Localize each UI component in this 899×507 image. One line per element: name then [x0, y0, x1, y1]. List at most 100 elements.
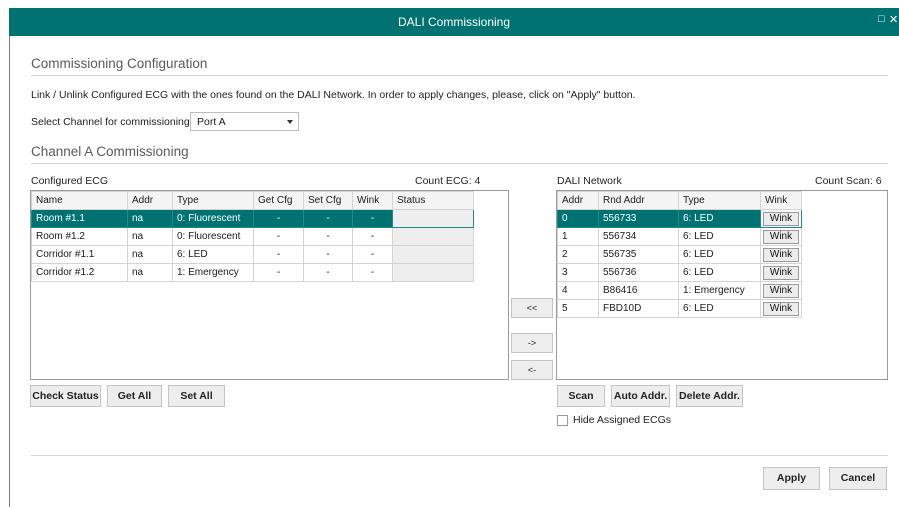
- cell-addr: 2: [557, 245, 599, 264]
- wink-button[interactable]: Wink: [763, 301, 799, 316]
- cell-type: 1: Emergency: [678, 281, 761, 300]
- window-title: DALI Commissioning: [397, 15, 511, 29]
- table-row[interactable]: Room #1.1 na 0: Fluorescent - - -: [31, 209, 474, 228]
- window-border: [9, 36, 10, 507]
- col-status[interactable]: Status: [392, 191, 474, 210]
- channel-divider: [31, 163, 888, 164]
- cell-wink[interactable]: -: [352, 263, 393, 282]
- set-all-button[interactable]: Set All: [168, 385, 225, 407]
- channel-select[interactable]: Port A: [190, 112, 299, 131]
- cell-wink: Wink: [760, 209, 802, 228]
- table-row[interactable]: 0 556733 6: LED Wink: [557, 209, 802, 228]
- unlink-button[interactable]: <-: [511, 360, 553, 380]
- cell-rnd-addr: 556734: [598, 227, 679, 246]
- cell-addr: na: [127, 227, 173, 246]
- cell-get-cfg[interactable]: -: [253, 209, 304, 228]
- config-heading: Commissioning Configuration: [31, 56, 208, 71]
- wink-button[interactable]: Wink: [763, 229, 799, 244]
- maximize-icon[interactable]: □: [878, 13, 885, 25]
- configured-grid[interactable]: Name Addr Type Get Cfg Set Cfg Wink Stat…: [30, 190, 509, 380]
- col-type[interactable]: Type: [678, 191, 761, 210]
- footer-divider: [31, 455, 888, 456]
- cell-rnd-addr: 556733: [598, 209, 679, 228]
- cell-wink: Wink: [760, 263, 802, 282]
- cell-wink[interactable]: -: [352, 227, 393, 246]
- col-name[interactable]: Name: [31, 191, 128, 210]
- network-count: Count Scan: 6: [815, 175, 882, 187]
- col-addr[interactable]: Addr: [127, 191, 173, 210]
- cell-wink[interactable]: -: [352, 245, 393, 264]
- col-set-cfg[interactable]: Set Cfg: [303, 191, 353, 210]
- col-wink[interactable]: Wink: [352, 191, 393, 210]
- table-row[interactable]: 5 FBD10D 6: LED Wink: [557, 299, 802, 318]
- cell-set-cfg[interactable]: -: [303, 227, 353, 246]
- cell-type: 6: LED: [678, 299, 761, 318]
- wink-button[interactable]: Wink: [763, 211, 799, 226]
- cell-wink: Wink: [760, 245, 802, 264]
- cell-get-cfg[interactable]: -: [253, 245, 304, 264]
- cell-rnd-addr: 556736: [598, 263, 679, 282]
- cancel-button[interactable]: Cancel: [829, 467, 887, 490]
- network-grid[interactable]: Addr Rnd Addr Type Wink 0 556733 6: LED …: [556, 190, 888, 380]
- delete-addr-button[interactable]: Delete Addr.: [676, 385, 743, 407]
- table-row[interactable]: 1 556734 6: LED Wink: [557, 227, 802, 246]
- col-get-cfg[interactable]: Get Cfg: [253, 191, 304, 210]
- cell-addr: na: [127, 263, 173, 282]
- cell-type: 6: LED: [678, 227, 761, 246]
- hide-assigned-checkbox[interactable]: [557, 415, 568, 426]
- scan-button[interactable]: Scan: [557, 385, 605, 407]
- table-row[interactable]: 4 B86416 1: Emergency Wink: [557, 281, 802, 300]
- cell-status: [392, 227, 474, 246]
- cell-addr: 1: [557, 227, 599, 246]
- col-type[interactable]: Type: [172, 191, 254, 210]
- network-title: DALI Network: [557, 175, 622, 187]
- cell-wink[interactable]: -: [352, 209, 393, 228]
- table-row[interactable]: Corridor #1.1 na 6: LED - - -: [31, 245, 474, 264]
- table-row[interactable]: Corridor #1.2 na 1: Emergency - - -: [31, 263, 474, 282]
- link-all-button[interactable]: <<: [511, 298, 553, 318]
- cell-type: 0: Fluorescent: [172, 227, 254, 246]
- wink-button[interactable]: Wink: [763, 247, 799, 262]
- cell-wink: Wink: [760, 299, 802, 318]
- wink-button[interactable]: Wink: [763, 265, 799, 280]
- table-row[interactable]: 3 556736 6: LED Wink: [557, 263, 802, 282]
- cell-set-cfg[interactable]: -: [303, 245, 353, 264]
- col-wink[interactable]: Wink: [760, 191, 802, 210]
- cell-set-cfg[interactable]: -: [303, 263, 353, 282]
- cell-get-cfg[interactable]: -: [253, 263, 304, 282]
- cell-type: 1: Emergency: [172, 263, 254, 282]
- cell-addr: 0: [557, 209, 599, 228]
- close-icon[interactable]: ✕: [889, 13, 898, 26]
- check-status-button[interactable]: Check Status: [30, 385, 101, 407]
- cell-status: [392, 245, 474, 264]
- table-row[interactable]: Room #1.2 na 0: Fluorescent - - -: [31, 227, 474, 246]
- cell-type: 6: LED: [172, 245, 254, 264]
- cell-wink: Wink: [760, 227, 802, 246]
- table-row[interactable]: 2 556735 6: LED Wink: [557, 245, 802, 264]
- wink-button[interactable]: Wink: [763, 283, 799, 298]
- cell-status: [392, 209, 474, 228]
- configured-table: Name Addr Type Get Cfg Set Cfg Wink Stat…: [31, 191, 474, 282]
- cell-status: [392, 263, 474, 282]
- col-rnd-addr[interactable]: Rnd Addr: [598, 191, 679, 210]
- cell-name: Room #1.2: [31, 227, 128, 246]
- col-addr[interactable]: Addr: [557, 191, 599, 210]
- cell-name: Corridor #1.1: [31, 245, 128, 264]
- cell-addr: 4: [557, 281, 599, 300]
- cell-set-cfg[interactable]: -: [303, 209, 353, 228]
- title-bar: DALI Commissioning □ ✕: [9, 8, 899, 36]
- apply-button[interactable]: Apply: [763, 467, 820, 490]
- network-header-row: Addr Rnd Addr Type Wink: [557, 191, 802, 210]
- configured-header-row: Name Addr Type Get Cfg Set Cfg Wink Stat…: [31, 191, 474, 210]
- auto-addr-button[interactable]: Auto Addr.: [611, 385, 670, 407]
- cell-name: Room #1.1: [31, 209, 128, 228]
- cell-addr: 5: [557, 299, 599, 318]
- network-table: Addr Rnd Addr Type Wink 0 556733 6: LED …: [557, 191, 802, 318]
- channel-label: Select Channel for commissioning: [31, 116, 190, 128]
- link-button[interactable]: ->: [511, 333, 553, 353]
- cell-rnd-addr: FBD10D: [598, 299, 679, 318]
- get-all-button[interactable]: Get All: [107, 385, 162, 407]
- hide-assigned-label: Hide Assigned ECGs: [573, 414, 672, 426]
- cell-get-cfg[interactable]: -: [253, 227, 304, 246]
- cell-rnd-addr: B86416: [598, 281, 679, 300]
